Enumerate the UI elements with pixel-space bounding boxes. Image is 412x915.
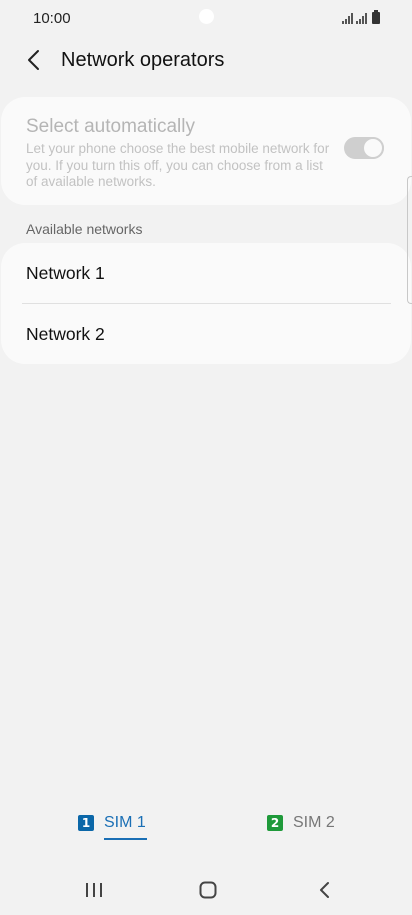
network-item-1[interactable]: Network 1 [1,243,411,303]
select-automatically-toggle[interactable] [344,137,384,159]
available-networks-label: Available networks [26,221,143,237]
status-icons [342,10,380,24]
front-camera-cutout [199,9,214,24]
tab-sim-2-label: SIM 2 [293,814,335,831]
tab-sim-1[interactable]: 1 SIM 1 [78,806,147,840]
app-header: Network operators [0,36,412,84]
select-automatically-title: Select automatically [26,116,195,137]
chevron-left-icon [28,50,39,70]
tab-sim-1-label: SIM 1 [104,814,147,840]
signal-icon [342,12,353,24]
system-nav-bar [0,868,412,912]
recents-button[interactable] [80,878,108,902]
page-title: Network operators [61,49,225,71]
network-item-2[interactable]: Network 2 [1,304,411,364]
sim-1-icon: 1 [78,815,94,831]
back-nav-button[interactable] [310,878,338,902]
back-icon [320,882,329,898]
back-button[interactable] [20,46,48,74]
sim-tabs: 1 SIM 1 2 SIM 2 [0,806,412,846]
sim-2-icon: 2 [267,815,283,831]
toggle-knob [362,137,384,159]
home-button[interactable] [194,878,222,902]
network-item-label: Network 2 [26,324,105,344]
network-list: Network 1 Network 2 [1,243,411,364]
recents-icon [86,883,102,897]
network-item-label: Network 1 [26,263,105,283]
status-time: 10:00 [33,10,71,27]
select-automatically-card[interactable]: Select automatically Let your phone choo… [1,97,411,205]
status-bar: 10:00 [0,0,412,36]
select-automatically-description: Let your phone choose the best mobile ne… [26,141,330,189]
home-icon [199,881,217,899]
signal-icon [356,12,367,24]
tab-sim-2[interactable]: 2 SIM 2 [267,806,335,840]
battery-icon [372,10,380,24]
scrollbar[interactable] [407,176,412,304]
